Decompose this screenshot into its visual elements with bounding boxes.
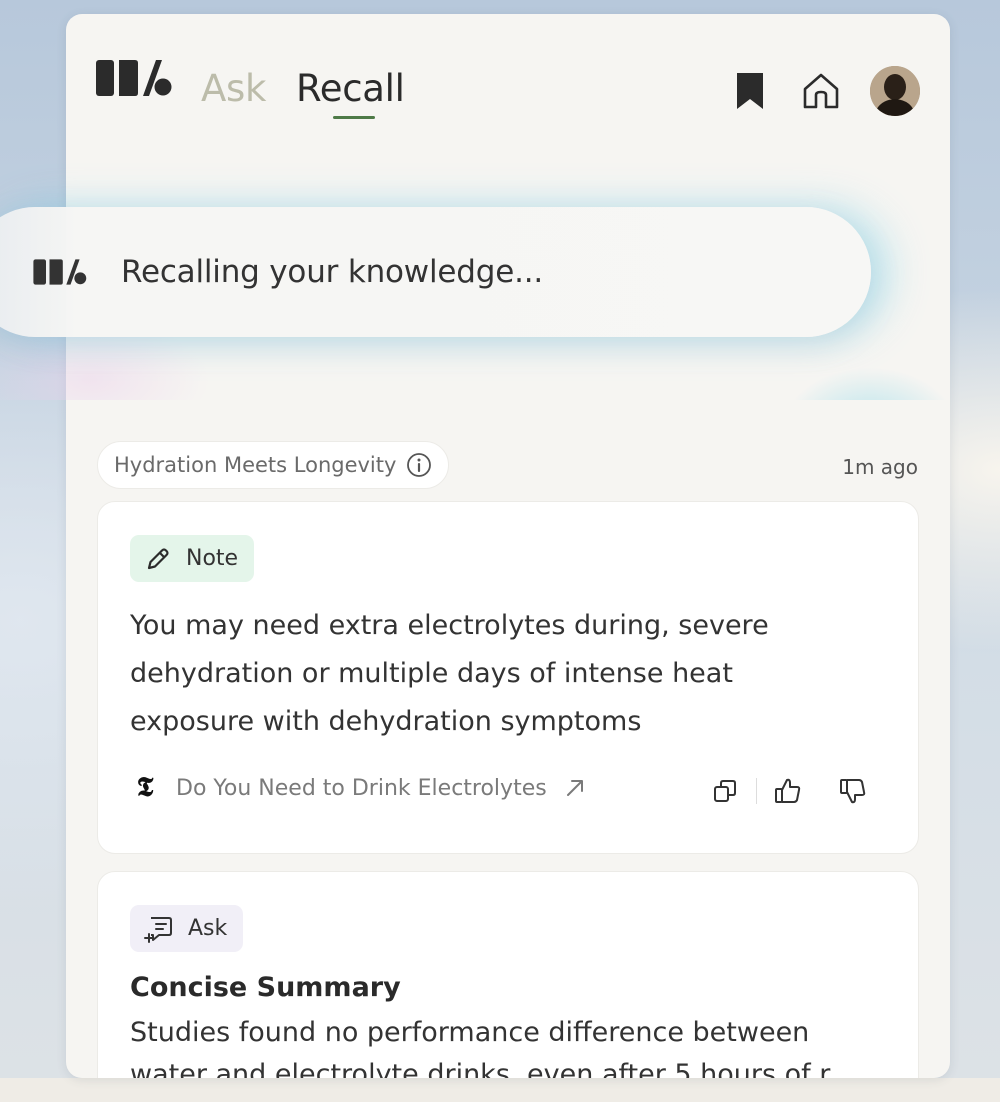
card-actions [708,772,878,812]
home-button[interactable] [801,68,841,114]
ask-card[interactable]: Ask Concise Summary Studies found no per… [97,871,919,1078]
note-badge: Note [130,535,255,582]
avatar[interactable] [870,66,920,116]
recall-logo-icon [33,259,87,285]
thumbs-down-icon [840,779,866,804]
app-logo [96,60,172,96]
pencil-icon [147,547,169,569]
note-card[interactable]: Note You may need extra electrolytes dur… [97,501,919,854]
thumbs-down-button[interactable] [836,774,870,808]
ask-card-title: Concise Summary [130,972,401,1003]
active-tab-indicator [333,116,375,119]
bookmark-icon [737,73,763,109]
thumbs-up-button[interactable] [771,774,805,808]
window-bottom-strip [0,1078,1000,1102]
tab-ask[interactable]: Ask [201,70,266,107]
nyt-logo-icon: 𝕿 [136,772,154,803]
info-icon[interactable] [406,452,432,478]
ask-icon [144,916,172,943]
timestamp: 1m ago [842,455,918,479]
user-photo [870,66,920,116]
ask-badge: Ask [130,905,244,952]
copy-icon [714,780,736,802]
ask-card-text: Studies found no performance difference … [130,1017,831,1078]
thumbs-up-icon [775,778,801,803]
topic-label: Hydration Meets Longevity [114,453,397,477]
source-title: Do You Need to Drink Electrolytes [176,775,547,801]
ask-badge-label: Ask [188,916,228,941]
source-link[interactable]: 𝕿 Do You Need to Drink Electrolytes [130,772,587,804]
actions-divider [756,778,757,804]
recall-status-text: Recalling your knowledge... [121,254,544,290]
topic-chip[interactable]: Hydration Meets Longevity [97,441,450,489]
recall-panel: Ask Recall Hydration Meets Longevity 1m … [66,14,950,1078]
tab-recall[interactable]: Recall [296,70,405,107]
home-icon [803,73,839,109]
bookmark-button[interactable] [730,68,770,114]
external-link-icon [566,780,583,796]
copy-button[interactable] [708,774,742,808]
note-badge-label: Note [186,546,239,571]
note-text: You may need extra electrolytes during, … [130,610,769,737]
